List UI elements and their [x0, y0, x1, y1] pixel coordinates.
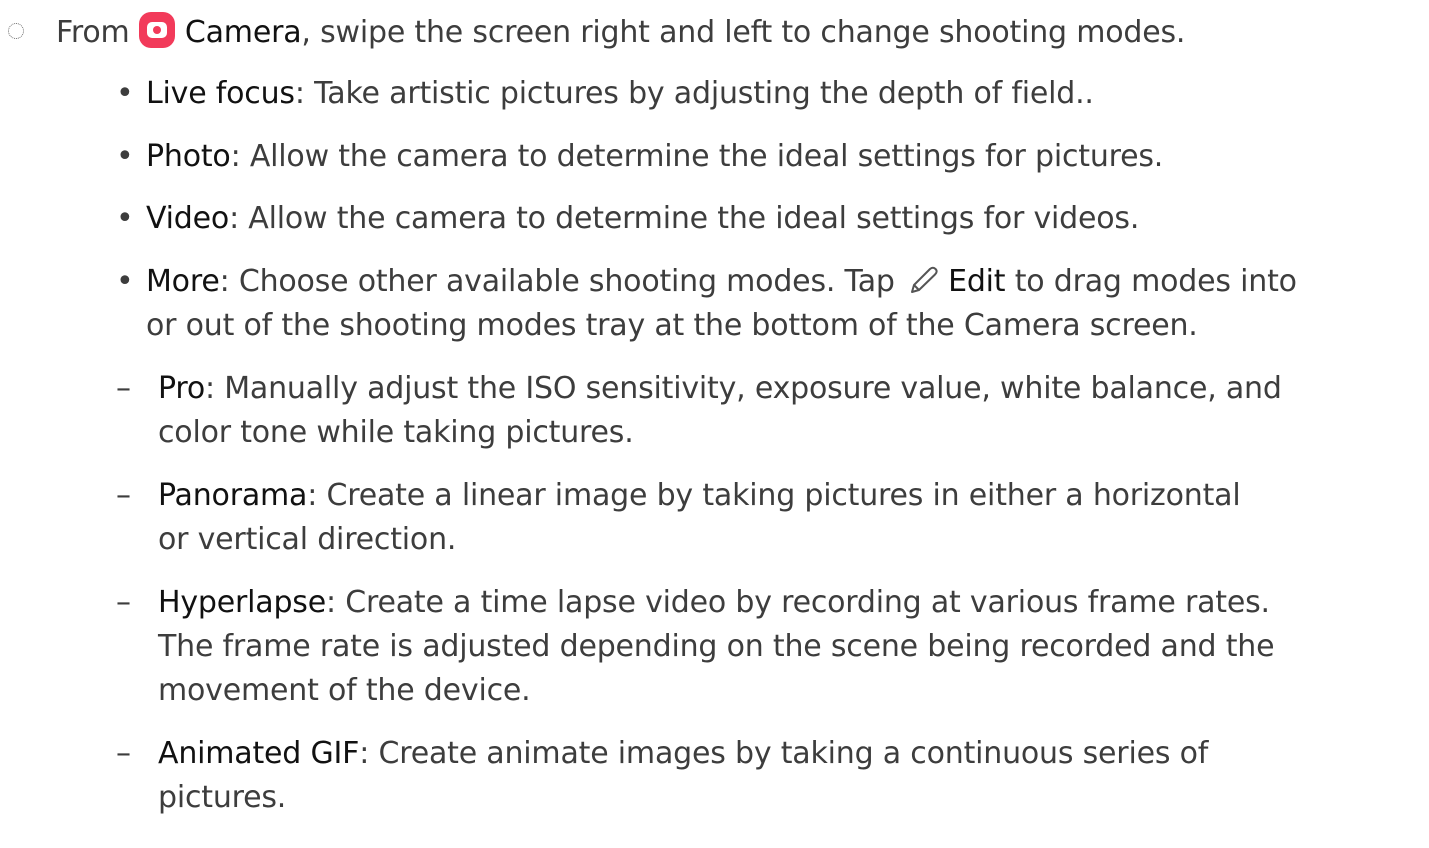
mode-term: Video — [146, 201, 230, 236]
camera-app-name: Camera — [184, 15, 302, 50]
sub-mode-hyperlapse: Hyperlapse: Create a time lapse video by… — [158, 583, 1270, 623]
mode-term: Photo — [146, 139, 231, 174]
mode-item-video: • Video: Allow the camera to determine th… — [116, 199, 1139, 239]
mode-item-photo: • Photo: Allow the camera to determine th… — [116, 137, 1163, 177]
mode-item-more: • More: Choose other available shooting m… — [116, 262, 1297, 302]
sub-mode-desc: : Create a time lapse video by recording… — [326, 585, 1270, 620]
sub-mode-hyperlapse-line2: The frame rate is adjusted depending on … — [158, 629, 1275, 664]
dash-marker: – — [116, 371, 131, 406]
mode-item-more-line2: or out of the shooting modes tray at the… — [146, 308, 1198, 343]
sub-mode-pro: Pro: Manually adjust the ISO sensitivity… — [158, 369, 1282, 409]
sub-mode-desc: : Create animate images by taking a cont… — [359, 736, 1209, 771]
mode-item-live-focus: • Live focus: Take artistic pictures by a… — [116, 74, 1094, 114]
mode-desc: : Take artistic pictures by adjusting th… — [294, 76, 1094, 111]
bullet-marker: • — [116, 201, 134, 236]
mode-desc-b: to drag modes into — [1014, 264, 1297, 299]
intro-rest: , swipe the screen right and left to cha… — [301, 15, 1186, 50]
pencil-edit-icon — [911, 266, 938, 293]
sub-mode-term: Animated GIF — [158, 736, 360, 771]
dash-marker: – — [116, 478, 131, 513]
sub-mode-term: Panorama — [158, 478, 308, 513]
intro-from: From — [56, 15, 130, 50]
sub-mode-panorama: Panorama: Create a linear image by takin… — [158, 476, 1241, 516]
sub-mode-term: Pro — [158, 371, 205, 406]
intro-line: From Camera, swipe the screen right and … — [56, 12, 1185, 53]
bullet-marker: • — [116, 264, 134, 299]
camera-app-icon — [138, 12, 175, 48]
bullet-marker: • — [116, 139, 134, 174]
sub-mode-term: Hyperlapse — [158, 585, 326, 620]
help-page: From Camera, swipe the screen right and … — [0, 0, 1429, 848]
sub-mode-panorama-line2: or vertical direction. — [158, 522, 457, 557]
edit-label: Edit — [948, 264, 1006, 299]
mode-desc: : Choose other available shooting modes.… — [219, 264, 895, 299]
step-marker-icon — [8, 23, 24, 39]
dash-marker: – — [116, 736, 131, 771]
sub-mode-animated-gif: Animated GIF: Create animate images by t… — [158, 734, 1208, 774]
mode-term: Live focus — [146, 76, 295, 111]
mode-desc: : Allow the camera to determine the idea… — [230, 139, 1164, 174]
bullet-marker: • — [116, 76, 134, 111]
mode-desc: : Allow the camera to determine the idea… — [229, 201, 1140, 236]
sub-mode-pro-line2: color tone while taking pictures. — [158, 415, 634, 450]
sub-mode-desc: : Manually adjust the ISO sensitivity, e… — [205, 371, 1282, 406]
dash-marker: – — [116, 585, 131, 620]
sub-mode-hyperlapse-line3: movement of the device. — [158, 673, 531, 708]
mode-term: More — [146, 264, 220, 299]
sub-mode-animated-gif-line2: pictures. — [158, 780, 287, 815]
sub-mode-desc: : Create a linear image by taking pictur… — [307, 478, 1241, 513]
